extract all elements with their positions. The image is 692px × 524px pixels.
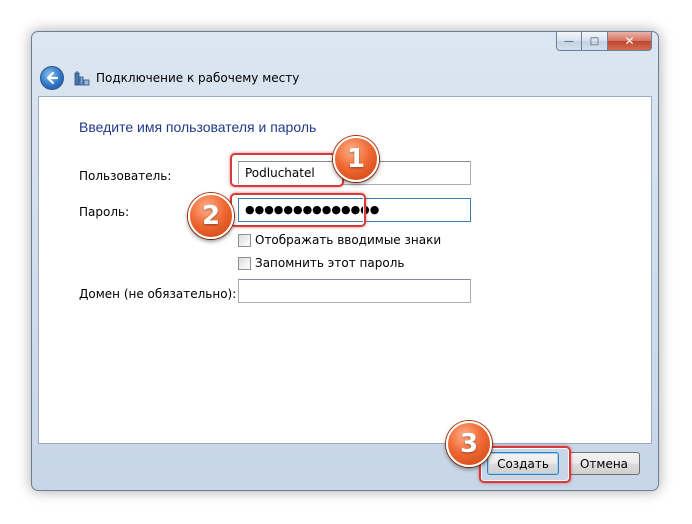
minimize-button[interactable]: — [556,32,582,51]
navigation-bar: Подключение к рабочему месту [40,66,299,90]
caption-buttons: — □ ✕ [556,32,652,51]
wizard-window: — □ ✕ Подключение к рабочему месту Введи… [31,31,659,491]
annotation-badge-3: 3 [446,421,492,467]
footer-bar: Создать Отмена [38,444,652,484]
page-heading: Введите имя пользователя и пароль [79,119,317,135]
maximize-button[interactable]: □ [582,32,608,51]
remember-password-row[interactable]: Запомнить этот пароль [238,256,404,270]
remember-password-checkbox[interactable] [238,256,251,270]
remember-password-label: Запомнить этот пароль [255,256,405,270]
password-label: Пароль: [79,205,130,219]
show-chars-row[interactable]: Отображать вводимые знаки [238,233,441,247]
back-arrow-icon [46,71,59,85]
annotation-badge-2: 2 [188,193,234,239]
user-label: Пользователь: [79,169,172,183]
show-chars-checkbox[interactable] [238,233,251,247]
domain-label: Домен (не обязательно): [79,287,237,301]
password-input[interactable]: ●●●●●●●●●●●●●● [238,198,471,222]
window-title: Подключение к рабочему месту [96,71,300,85]
close-button[interactable]: ✕ [608,32,652,51]
show-chars-label: Отображать вводимые знаки [255,233,442,247]
annotation-badge-1: 1 [333,136,379,182]
back-button[interactable] [40,66,64,90]
network-connection-icon [74,70,90,86]
cancel-button[interactable]: Отмена [568,452,640,475]
create-button[interactable]: Создать [487,452,559,475]
domain-input[interactable] [238,279,471,303]
